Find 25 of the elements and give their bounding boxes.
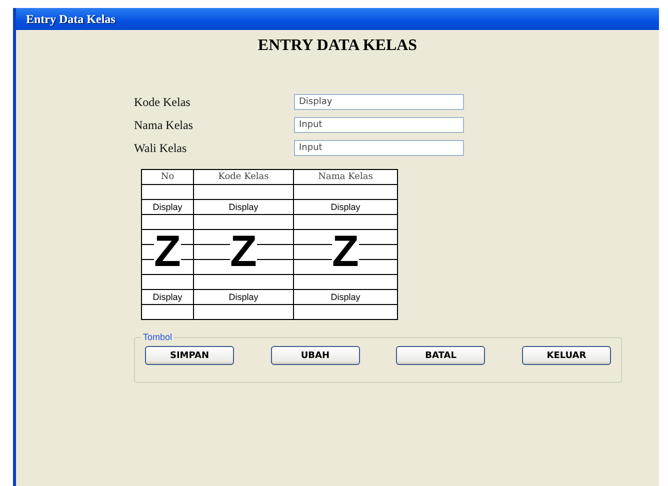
- field-label: Wali Kelas: [134, 140, 188, 156]
- gap-mark-cell: Z: [194, 230, 294, 274]
- input-field[interactable]: Input: [294, 140, 464, 156]
- input-field[interactable]: Input: [294, 117, 464, 133]
- action-button[interactable]: SIMPAN: [145, 346, 234, 365]
- input-field[interactable]: Display: [294, 94, 464, 110]
- table-cell: Display: [294, 290, 397, 304]
- gap-mark-cell: Z: [142, 230, 194, 274]
- group-title: Tombol: [142, 332, 174, 342]
- table-cell: Display: [194, 200, 294, 214]
- table-cell: Display: [194, 290, 294, 304]
- field-label: Nama Kelas: [134, 118, 194, 132]
- column-header: Kode Kelas: [194, 170, 294, 184]
- action-button[interactable]: UBAH: [270, 346, 360, 365]
- field-label: Kode Kelas: [134, 94, 192, 110]
- table-cell: Display: [142, 200, 194, 214]
- window-title: Entry Data Kelas: [26, 12, 116, 26]
- table-cell: Display: [142, 290, 194, 304]
- table-cell: Display: [294, 200, 397, 214]
- column-header: Nama Kelas: [294, 170, 397, 184]
- action-button[interactable]: KELUAR: [522, 346, 611, 365]
- action-button[interactable]: BATAL: [396, 346, 486, 365]
- column-header: No: [142, 170, 194, 184]
- form-heading: ENTRY DATA KELAS: [258, 37, 418, 55]
- gap-mark-cell: Z: [294, 230, 397, 274]
